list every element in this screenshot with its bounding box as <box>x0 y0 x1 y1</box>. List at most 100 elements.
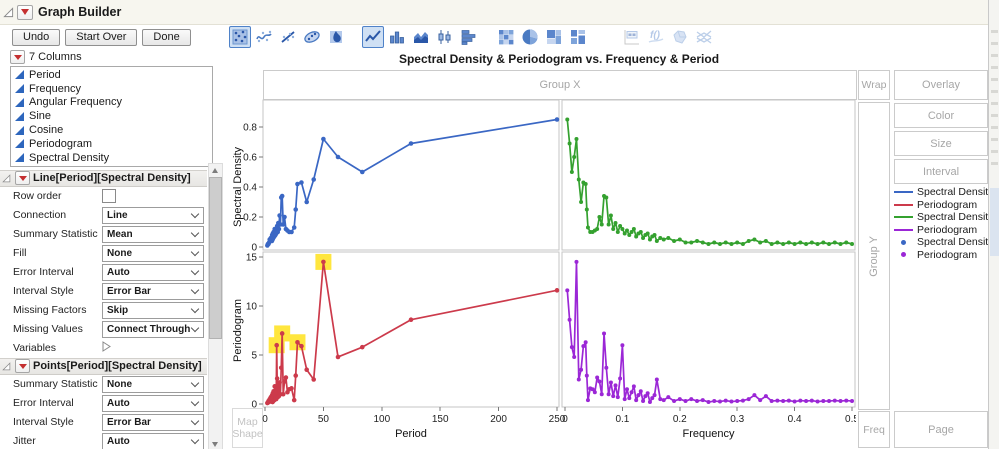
data-point[interactable] <box>620 227 625 231</box>
drop-zone-freq[interactable]: Freq <box>858 411 890 448</box>
columns-red-triangle-button[interactable] <box>10 50 25 64</box>
data-point[interactable] <box>584 207 589 212</box>
legend-item-periodogram-1[interactable]: Periodogram <box>894 199 998 212</box>
panel-spectral_density_vs_period[interactable] <box>262 99 560 251</box>
data-point[interactable] <box>282 214 287 220</box>
data-point[interactable] <box>280 391 286 397</box>
column-item-sine[interactable]: Sine <box>11 109 212 123</box>
data-point[interactable] <box>595 227 600 231</box>
data-point[interactable] <box>786 398 791 403</box>
column-item-cosine[interactable]: Cosine <box>11 123 212 137</box>
data-point[interactable] <box>604 365 609 370</box>
data-point[interactable] <box>624 228 629 233</box>
data-point[interactable] <box>321 136 326 142</box>
data-point[interactable] <box>821 399 826 404</box>
plot-area[interactable]: 0 0.2 0.4 0.6 0.8 Spectral Density 0 5 10 15 Perio… <box>232 95 859 449</box>
data-point[interactable] <box>804 399 809 404</box>
data-point[interactable] <box>792 399 797 404</box>
data-point[interactable] <box>572 155 577 159</box>
data-point[interactable] <box>752 393 757 398</box>
data-point[interactable] <box>278 365 284 371</box>
data-point[interactable] <box>781 242 786 246</box>
interval-style-dropdown[interactable]: Error Bar <box>102 413 204 431</box>
data-point[interactable] <box>583 340 588 345</box>
data-point[interactable] <box>758 240 763 245</box>
data-point[interactable] <box>408 141 414 146</box>
panel-spectral_density_vs_frequency[interactable] <box>561 99 856 251</box>
data-point[interactable] <box>576 177 581 182</box>
expand-disclosure-icon[interactable] <box>102 341 111 352</box>
drop-zone-wrap[interactable]: Wrap <box>858 70 890 100</box>
column-item-frequency[interactable]: Frequency <box>11 82 212 96</box>
data-point[interactable] <box>606 222 611 227</box>
data-point[interactable] <box>695 239 700 243</box>
row-order-checkbox[interactable] <box>102 189 116 204</box>
data-point[interactable] <box>611 394 616 399</box>
data-point[interactable] <box>700 398 705 403</box>
data-point[interactable] <box>572 354 577 359</box>
data-point[interactable] <box>700 240 705 245</box>
data-point[interactable] <box>652 233 657 237</box>
data-point[interactable] <box>838 399 843 404</box>
data-point[interactable] <box>666 236 671 240</box>
data-point[interactable] <box>335 154 341 160</box>
data-point[interactable] <box>729 242 734 246</box>
data-point[interactable] <box>706 242 711 246</box>
data-point[interactable] <box>615 230 620 234</box>
data-point[interactable] <box>844 240 849 245</box>
data-point[interactable] <box>335 354 341 360</box>
error-interval-dropdown[interactable]: Auto <box>102 263 204 281</box>
data-point[interactable] <box>631 227 636 231</box>
data-point[interactable] <box>311 177 317 182</box>
legend-item-periodogram-5[interactable]: Periodogram <box>894 249 998 262</box>
scroll-up-arrow-icon[interactable] <box>209 164 220 176</box>
data-point[interactable] <box>695 399 700 404</box>
data-point[interactable] <box>850 242 854 246</box>
drop-zone-interval[interactable]: Interval <box>894 159 988 184</box>
summary-statistic-dropdown[interactable]: None <box>102 375 204 393</box>
data-point[interactable] <box>746 239 751 243</box>
legend-item-spectral-density-0[interactable]: Spectral Density <box>894 186 998 199</box>
data-point[interactable] <box>666 395 671 400</box>
data-point[interactable] <box>740 398 745 403</box>
data-point[interactable] <box>740 242 745 246</box>
data-point[interactable] <box>291 225 297 230</box>
data-point[interactable] <box>717 242 722 246</box>
data-point[interactable] <box>636 393 641 398</box>
data-point[interactable] <box>613 221 618 225</box>
drop-zone-page[interactable]: Page <box>894 411 988 448</box>
data-point[interactable] <box>645 391 650 396</box>
data-point[interactable] <box>645 231 650 236</box>
jitter-dropdown[interactable]: Auto <box>102 432 204 449</box>
data-point[interactable] <box>775 240 780 245</box>
data-point[interactable] <box>821 240 826 245</box>
data-point[interactable] <box>299 343 304 349</box>
data-point[interactable] <box>815 242 820 246</box>
data-point[interactable] <box>567 141 572 146</box>
data-point[interactable] <box>585 225 590 230</box>
data-point[interactable] <box>599 222 604 227</box>
data-point[interactable] <box>592 390 597 395</box>
data-point[interactable] <box>638 389 643 394</box>
column-item-angular-frequency[interactable]: Angular Frequency <box>11 96 212 110</box>
interval-style-dropdown[interactable]: Error Bar <box>102 282 204 300</box>
red-triangle-menu-button[interactable] <box>17 4 33 20</box>
data-point[interactable] <box>752 237 757 242</box>
start-over-button[interactable]: Start Over <box>65 29 138 46</box>
data-point[interactable] <box>804 242 809 246</box>
data-point[interactable] <box>554 288 560 293</box>
data-point[interactable] <box>723 398 728 403</box>
data-point[interactable] <box>827 399 832 404</box>
data-point[interactable] <box>827 242 832 246</box>
data-point[interactable] <box>565 117 570 122</box>
data-point[interactable] <box>631 384 636 389</box>
data-point[interactable] <box>624 387 629 392</box>
data-point[interactable] <box>311 377 317 382</box>
data-point[interactable] <box>672 399 677 404</box>
data-point[interactable] <box>647 400 652 405</box>
missing-factors-dropdown[interactable]: Skip <box>102 301 204 319</box>
data-point[interactable] <box>652 393 657 398</box>
data-point[interactable] <box>274 376 280 381</box>
outline-disclosure-icon[interactable] <box>2 173 11 183</box>
graph-type-heatmap-button[interactable] <box>495 26 517 48</box>
